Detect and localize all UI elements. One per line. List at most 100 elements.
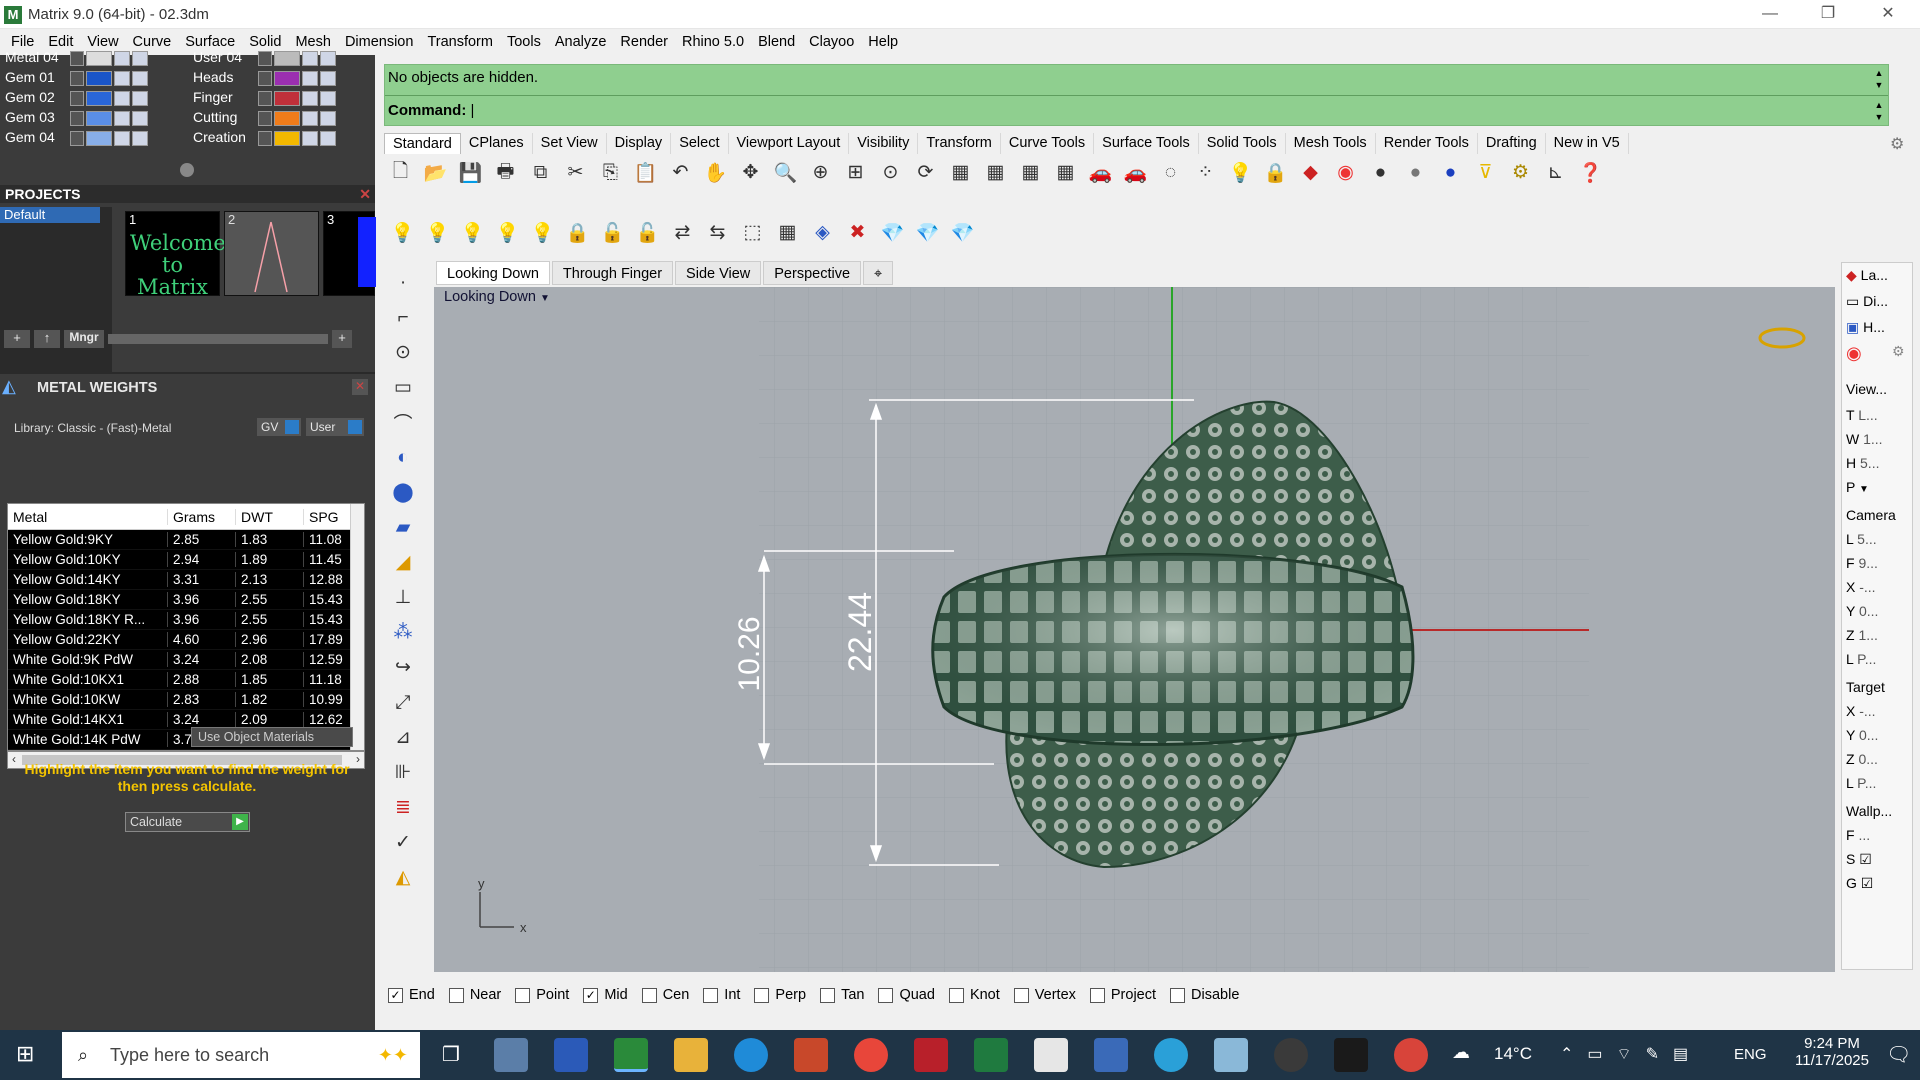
menu-tools[interactable]: Tools — [500, 29, 548, 55]
minimize-button[interactable]: — — [1750, 2, 1790, 26]
column-header-dwt[interactable]: DWT — [236, 508, 304, 525]
osnap-mid[interactable]: ✓ Mid — [583, 987, 628, 1003]
project-thumb[interactable]: 1 Welcome to Matrix — [125, 211, 226, 298]
tab-surface-tools[interactable]: Surface Tools — [1094, 133, 1199, 154]
layer-color[interactable] — [86, 71, 112, 86]
layer-expand-icon[interactable] — [70, 131, 84, 146]
osnap-checkbox[interactable]: ✓ — [583, 987, 599, 1003]
options-icon[interactable]: ⚙ — [1506, 158, 1535, 187]
close-icon[interactable]: ✕ — [359, 185, 371, 203]
command-prompt[interactable]: Command: | — [388, 102, 474, 119]
cut-icon[interactable]: ✂ — [561, 158, 590, 187]
analyze-icon[interactable]: ⊿ — [389, 723, 418, 752]
target-row[interactable]: L P... — [1846, 775, 1876, 791]
panel-tab-layers[interactable]: ◆ La... — [1846, 267, 1888, 284]
bulb-all-icon[interactable]: 💡 — [528, 218, 557, 247]
tab-render-tools[interactable]: Render Tools — [1376, 133, 1478, 154]
four-view-icon[interactable]: ▦ — [946, 158, 975, 187]
layer-row[interactable]: Gem 01 — [0, 69, 185, 87]
zoom-selected-icon[interactable]: ⊙ — [876, 158, 905, 187]
light-icon[interactable]: 💡 — [1226, 158, 1255, 187]
menu-blend[interactable]: Blend — [751, 29, 802, 55]
tab-drafting[interactable]: Drafting — [1478, 133, 1546, 154]
lock-icon[interactable] — [302, 131, 318, 146]
osnap-checkbox[interactable] — [448, 987, 464, 1003]
lock-icon[interactable] — [302, 51, 318, 66]
user-toggle[interactable]: User — [306, 418, 364, 436]
visibility-icon[interactable] — [320, 71, 336, 86]
osnap-point[interactable]: Point — [515, 987, 569, 1003]
layer-expand-icon[interactable] — [258, 131, 272, 146]
osnap-disable[interactable]: Disable — [1170, 987, 1239, 1003]
bulb-icon[interactable]: 💡 — [388, 218, 417, 247]
matrix-app-icon[interactable] — [614, 1038, 648, 1072]
zoom-window-icon[interactable]: ⊕ — [806, 158, 835, 187]
layer-row[interactable]: Gem 02 — [0, 89, 185, 107]
layer-row[interactable]: Creation — [188, 129, 373, 147]
maximize-button[interactable]: ❐ — [1808, 2, 1848, 26]
layer-controls[interactable] — [258, 71, 358, 86]
tab-curve-tools[interactable]: Curve Tools — [1001, 133, 1095, 154]
excel-icon[interactable] — [974, 1038, 1008, 1072]
taskbar-search[interactable]: ⌕ Type here to search ✦✦ — [62, 1032, 420, 1078]
circle-icon[interactable]: ⊙ — [389, 338, 418, 367]
bulb-toggle-icon[interactable]: 💡 — [493, 218, 522, 247]
layer-color[interactable] — [274, 91, 300, 106]
export-icon[interactable]: ⧉ — [526, 158, 555, 187]
menu-analyze[interactable]: Analyze — [548, 29, 614, 55]
chevron-down-icon[interactable]: ▼ — [1859, 484, 1869, 495]
vertical-scrollbar[interactable] — [350, 504, 364, 750]
layer-expand-icon[interactable] — [258, 91, 272, 106]
tab-through-finger[interactable]: Through Finger — [551, 261, 674, 285]
app-icon[interactable] — [1034, 1038, 1068, 1072]
explorer-app-icon[interactable] — [494, 1038, 528, 1072]
layer-expand-icon[interactable] — [70, 111, 84, 126]
layer-row[interactable]: Heads — [188, 69, 373, 87]
layer-expand-icon[interactable] — [258, 51, 272, 66]
view-row[interactable]: T L... — [1846, 407, 1878, 423]
table-row[interactable]: Yellow Gold:9KY 2.85 1.83 11.08 — [8, 530, 364, 550]
bulb-show-icon[interactable]: 💡 — [458, 218, 487, 247]
paste-icon[interactable]: 📋 — [631, 158, 660, 187]
weather-icon[interactable]: ☁ — [1452, 1042, 1470, 1063]
wallpaper-row[interactable]: G ☑ — [1846, 875, 1873, 892]
edge-icon[interactable] — [734, 1038, 768, 1072]
camera-row[interactable]: Y 0... — [1846, 603, 1878, 619]
osnap-checkbox[interactable] — [641, 987, 657, 1003]
unlock-selected-icon[interactable]: 🔓 — [633, 218, 662, 247]
layer-row[interactable]: Metal 04 — [0, 49, 185, 67]
render-icon[interactable]: ● — [1436, 158, 1465, 187]
visibility-icon[interactable] — [320, 91, 336, 106]
layer-color[interactable] — [274, 51, 300, 66]
rectangle-icon[interactable]: ▭ — [389, 373, 418, 402]
tab-viewport-layout[interactable]: Viewport Layout — [729, 133, 850, 154]
telegram-icon[interactable] — [1154, 1038, 1188, 1072]
layer-row[interactable]: Cutting — [188, 109, 373, 127]
point-icon[interactable]: · — [389, 268, 418, 297]
osnap-checkbox[interactable] — [1089, 987, 1105, 1003]
tab-side-view[interactable]: Side View — [675, 261, 762, 285]
save-icon[interactable]: 💾 — [456, 158, 485, 187]
tab-set-view[interactable]: Set View — [533, 133, 607, 154]
powerpoint-icon[interactable] — [794, 1038, 828, 1072]
app-icon[interactable] — [1334, 1038, 1368, 1072]
grid-icon[interactable]: ▦ — [981, 158, 1010, 187]
layer-row[interactable]: User 04 — [188, 49, 373, 67]
add-thumb-button[interactable]: + — [332, 330, 352, 348]
app-icon[interactable] — [1094, 1038, 1128, 1072]
rotate-view-icon[interactable]: ⟳ — [911, 158, 940, 187]
unlock-icon[interactable]: 🔓 — [598, 218, 627, 247]
visibility-icon[interactable] — [320, 111, 336, 126]
nav-ring-icon[interactable] — [1758, 327, 1806, 349]
up-project-button[interactable]: ↑ — [34, 330, 60, 348]
layer-color[interactable] — [86, 131, 112, 146]
tab-looking-down[interactable]: Looking Down — [436, 261, 550, 285]
lock-icon[interactable] — [302, 71, 318, 86]
layer-color[interactable] — [274, 71, 300, 86]
project-item-default[interactable]: Default — [0, 207, 100, 223]
layer-color[interactable] — [86, 51, 112, 66]
history-scroll[interactable]: ▲ ▼ — [1872, 67, 1886, 93]
visibility-icon[interactable] — [132, 91, 148, 106]
bend-icon[interactable]: ↪ — [389, 653, 418, 682]
mesh-icon[interactable]: ▰ — [389, 513, 418, 542]
